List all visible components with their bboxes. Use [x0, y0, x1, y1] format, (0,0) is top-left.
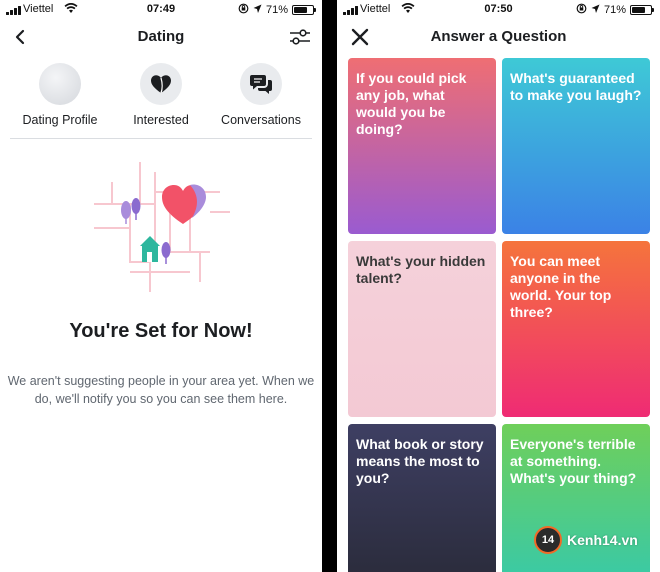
chat-bubbles-icon	[240, 63, 282, 105]
tab-label: Interested	[133, 113, 189, 127]
question-card[interactable]: What's your hidden talent?	[348, 241, 496, 417]
screen-divider	[322, 0, 337, 572]
page-title: Answer a Question	[430, 28, 567, 45]
tab-dating-profile[interactable]: Dating Profile	[5, 63, 115, 127]
nav-bar: Answer a Question	[337, 22, 660, 52]
question-text: What book or story means the most to you…	[356, 436, 484, 486]
question-card[interactable]: If you could pick any job, what would yo…	[348, 58, 496, 234]
kenh14-watermark: 14 Kenh14.vn	[534, 525, 638, 555]
rotation-lock-icon	[576, 3, 587, 17]
dating-tabs: Dating Profile Interested Conversations	[10, 63, 312, 139]
watermark-badge: 14	[534, 526, 562, 554]
question-card[interactable]: What book or story means the most to you…	[348, 424, 496, 572]
tab-conversations[interactable]: Conversations	[206, 63, 316, 127]
heart-icon	[140, 63, 182, 105]
question-text: What's your hidden talent?	[356, 253, 486, 286]
tab-interested[interactable]: Interested	[106, 63, 216, 127]
sliders-icon	[290, 29, 310, 45]
status-bar: Viettel 07:50 71%	[337, 0, 660, 20]
empty-state-title: You're Set for Now!	[69, 320, 253, 342]
question-card[interactable]: What's guaranteed to make you laugh?	[502, 58, 650, 234]
page-title: Dating	[137, 28, 185, 45]
tab-label: Dating Profile	[22, 113, 98, 127]
battery-percent: 71%	[603, 4, 626, 16]
question-card[interactable]: You can meet anyone in the world. Your t…	[502, 241, 650, 417]
nav-bar: Dating	[0, 22, 322, 52]
rotation-lock-icon	[238, 3, 249, 17]
avatar-icon	[39, 63, 81, 105]
filter-settings-button[interactable]	[288, 26, 312, 48]
tab-label: Conversations	[221, 113, 301, 127]
map-heart-illustration	[90, 152, 232, 292]
location-icon	[253, 4, 262, 17]
question-text: You can meet anyone in the world. Your t…	[510, 253, 612, 320]
empty-state-description: We aren't suggesting people in your area…	[7, 374, 315, 406]
question-text: Everyone's terrible at something. What's…	[510, 436, 637, 486]
watermark-text: Kenh14.vn	[567, 532, 638, 548]
location-icon	[591, 4, 600, 17]
status-bar: Viettel 07:49 71%	[0, 0, 322, 20]
battery-icon	[292, 5, 316, 15]
answer-question-screen: Viettel 07:50 71% Answer a Question If y…	[337, 0, 660, 572]
question-text: If you could pick any job, what would yo…	[356, 70, 467, 137]
question-text: What's guaranteed to make you laugh?	[510, 70, 642, 103]
battery-percent: 71%	[265, 4, 288, 16]
battery-icon	[630, 5, 654, 15]
dating-screen: Viettel 07:49 71% Dating Dating Profile …	[0, 0, 322, 572]
